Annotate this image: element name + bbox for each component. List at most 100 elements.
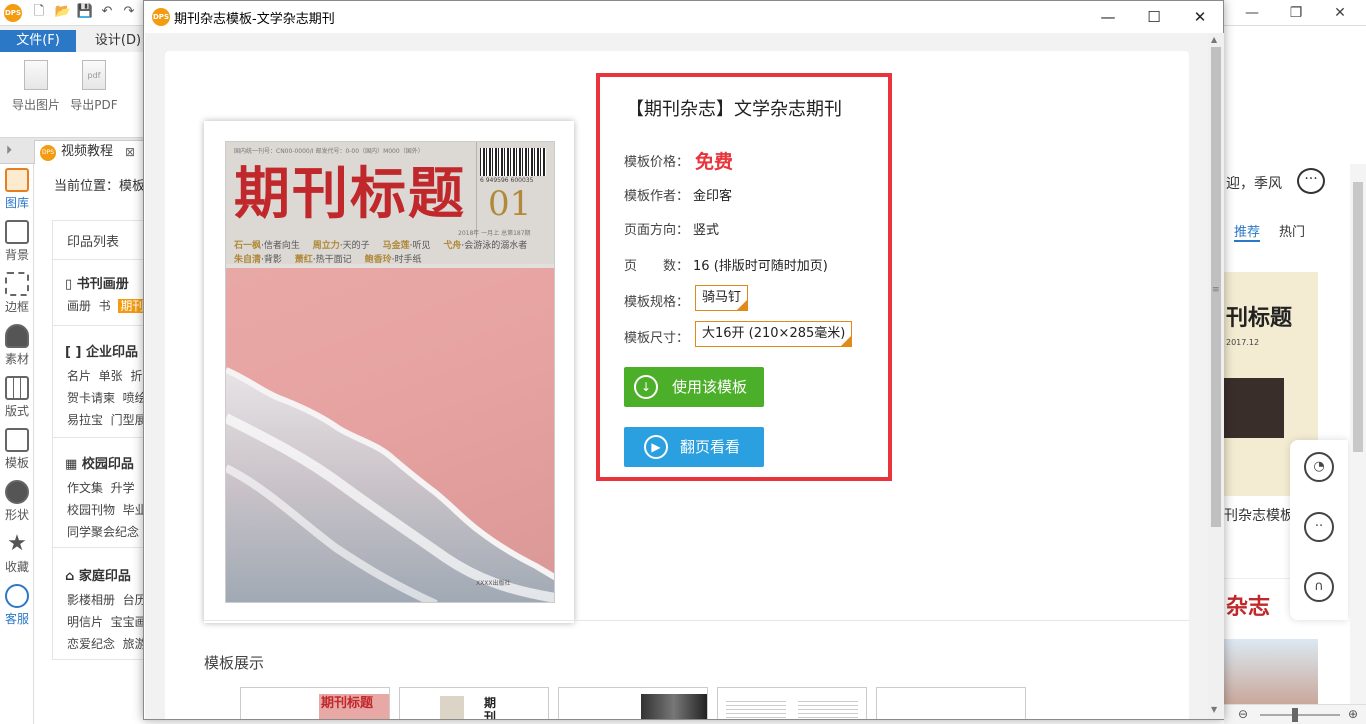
size-selector[interactable]: 大16开 (210×285毫米) — [695, 321, 853, 347]
leftbar-material[interactable]: 素材 — [0, 320, 34, 372]
leftbar-layout[interactable]: 版式 — [0, 372, 34, 424]
sub-love[interactable]: 恋爱纪念 — [67, 637, 115, 651]
outer-scrollbar[interactable] — [1350, 164, 1366, 704]
category-label: 校园印品 — [81, 457, 134, 472]
panel-toggle-icon[interactable]: ⏵ — [6, 143, 12, 158]
scroll-up-icon[interactable]: ▲ — [1211, 35, 1217, 44]
spec-selector[interactable]: 骑马钉 — [695, 285, 749, 311]
sub-invitation[interactable]: 贺卡请柬 — [67, 391, 115, 405]
menu-design[interactable]: 设计(D) — [90, 30, 146, 52]
orientation-row: 页面方向： 竖式 — [624, 219, 719, 238]
dialog-maximize-icon[interactable]: ☐ — [1134, 5, 1174, 29]
category-books[interactable]: ▯ 书刊画册 — [65, 273, 129, 292]
category-family[interactable]: ⌂ 家庭印品 — [65, 565, 131, 584]
scrollbar-thumb[interactable] — [1353, 182, 1363, 452]
sub-album[interactable]: 画册 — [67, 299, 91, 313]
export-image-button[interactable]: 导出图片 — [8, 60, 64, 113]
thumb-text-block — [726, 698, 786, 719]
sub-essays[interactable]: 作文集 — [67, 481, 103, 495]
export-pdf-button[interactable]: pdf 导出PDF — [66, 60, 122, 113]
zoom-out-icon[interactable]: ⊖ — [1238, 707, 1248, 721]
cover-work: 信者向生 — [263, 241, 300, 251]
message-icon[interactable]: ··· — [1297, 168, 1325, 194]
cover-work: 背影 — [263, 255, 282, 265]
cover-author: 马金莲 — [382, 241, 410, 251]
dialog-close-icon[interactable]: ✕ — [1180, 5, 1220, 29]
save-icon[interactable]: 💾 — [76, 3, 94, 21]
sub-campus-journal[interactable]: 校园刊物 — [67, 503, 115, 517]
showcase-thumb[interactable] — [717, 687, 867, 719]
zoom-slider[interactable] — [1260, 714, 1340, 716]
flip-preview-button[interactable]: ▶ 翻页看看 — [624, 427, 764, 467]
thumb-date: 2017.12 — [1226, 338, 1260, 347]
open-folder-icon[interactable]: 📂 — [54, 3, 72, 21]
sub-postcard[interactable]: 明信片 — [67, 615, 103, 629]
category-enterprise[interactable]: [ ] 企业印品 — [65, 341, 138, 360]
export-image-label: 导出图片 — [11, 98, 60, 112]
leftbar-customer-service[interactable]: 客服 — [0, 580, 34, 632]
leftbar-label: 模板 — [4, 456, 29, 470]
grid-icon — [5, 376, 29, 400]
tab-recommended[interactable]: 推荐 — [1234, 221, 1261, 242]
app-close-icon[interactable]: ✕ — [1328, 3, 1352, 23]
sub-baby[interactable]: 宝宝画 — [111, 615, 147, 629]
subcategory-row: 画册 书 期刊 — [67, 297, 147, 314]
cover-preview[interactable]: 国内统一刊号：CN00-0000/I 邮发代号：0-00（国内）M000（国外）… — [204, 121, 574, 623]
cover-photo-wave — [226, 367, 554, 602]
divider — [53, 325, 145, 326]
new-file-icon[interactable]: 🗋 — [30, 3, 48, 21]
showcase-thumb[interactable]: 期刊标题 — [240, 687, 390, 719]
breadcrumb: 当前位置：模板 — [54, 179, 146, 194]
sub-rollup[interactable]: 易拉宝 — [67, 413, 103, 427]
pages-value: 16 (排版时可随时加页) — [693, 259, 828, 274]
sub-door-display[interactable]: 门型展 — [111, 413, 147, 427]
undo-icon[interactable]: ↶ — [98, 3, 116, 21]
leftbar-template[interactable]: 模板 — [0, 424, 34, 476]
redo-icon[interactable]: ↷ — [120, 3, 138, 21]
leftbar-gallery[interactable]: 图库 — [0, 164, 34, 216]
sub-graduation[interactable]: 升学 — [111, 481, 135, 495]
leftbar-label: 版式 — [4, 404, 29, 418]
tulip-icon — [5, 324, 29, 348]
app-restore-icon[interactable]: ❐ — [1284, 3, 1308, 23]
sub-studio-album[interactable]: 影楼相册 — [67, 593, 115, 607]
template-icon — [5, 428, 29, 452]
qq-icon[interactable]: ◔ — [1304, 452, 1334, 482]
download-icon: ↓ — [634, 375, 658, 399]
sub-fold[interactable]: 折 — [130, 369, 142, 383]
dialog-minimize-icon[interactable]: — — [1088, 5, 1128, 29]
zoom-slider-handle[interactable] — [1292, 708, 1298, 722]
sub-reunion[interactable]: 同学聚会纪念 — [67, 525, 139, 539]
use-template-button[interactable]: ↓ 使用该模板 — [624, 367, 764, 407]
leftbar-shape[interactable]: 形状 — [0, 476, 34, 528]
spec-label: 模板规格： — [624, 295, 690, 310]
book-icon: ▯ — [65, 277, 77, 292]
zoom-in-icon[interactable]: ⊕ — [1348, 707, 1358, 721]
sub-card[interactable]: 名片 — [67, 369, 91, 383]
sub-book[interactable]: 书 — [99, 299, 111, 313]
showcase-thumb[interactable] — [876, 687, 1026, 719]
headset-icon[interactable]: ∩ — [1304, 572, 1334, 602]
sub-flyer[interactable]: 单张 — [99, 369, 123, 383]
showcase-thumb[interactable] — [558, 687, 708, 719]
wechat-icon[interactable]: ·· — [1304, 512, 1334, 542]
thumb-text-block — [798, 698, 858, 719]
author-value: 金印客 — [693, 189, 733, 204]
leftbar-border[interactable]: 边框 — [0, 268, 34, 320]
doc-tab-video-tutorial[interactable]: DPS 视频教程 ⊠ — [34, 140, 144, 164]
leftbar-favorites[interactable]: ★ 收藏 — [0, 528, 34, 580]
category-campus[interactable]: ▦ 校园印品 — [65, 453, 134, 472]
showcase-thumb[interactable]: 期刊标题 — [399, 687, 549, 719]
app-minimize-icon[interactable]: — — [1240, 3, 1264, 23]
tab-popular[interactable]: 热门 — [1279, 221, 1305, 240]
category-label: 企业印品 — [85, 345, 138, 360]
tab-close-icon[interactable]: ⊠ — [125, 141, 135, 163]
cover-contents-line: 朱自清·背影 萧红·热干面记 鲍香玲·时手纸 — [234, 255, 422, 265]
image-file-icon — [24, 60, 48, 90]
dialog-scrollbar[interactable]: ▲ ≡ ▼ — [1208, 33, 1224, 719]
menu-file[interactable]: 文件(F) — [0, 30, 76, 52]
leftbar-background[interactable]: 背景 — [0, 216, 34, 268]
scroll-down-icon[interactable]: ▼ — [1211, 705, 1217, 714]
leftbar-label: 背景 — [4, 248, 29, 262]
cover-title: 期刊标题 — [234, 161, 466, 227]
